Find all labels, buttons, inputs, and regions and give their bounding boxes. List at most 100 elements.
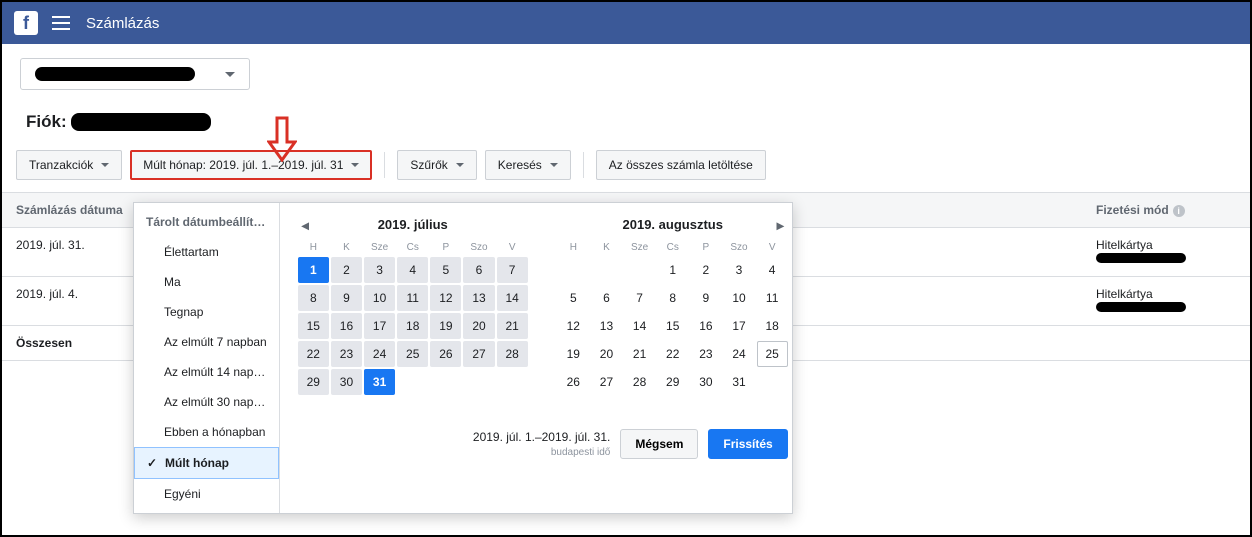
calendar-day[interactable]: 26: [430, 341, 461, 367]
calendar-day[interactable]: 30: [690, 369, 721, 395]
calendar-day[interactable]: 21: [497, 313, 528, 339]
calendar-day[interactable]: 19: [430, 313, 461, 339]
calendar-day[interactable]: 6: [591, 285, 622, 311]
dow-label: P: [430, 242, 461, 253]
calendar-day[interactable]: 17: [723, 313, 754, 339]
calendar-day[interactable]: 1: [298, 257, 329, 283]
calendar-day[interactable]: 8: [657, 285, 688, 311]
ad-account-selector[interactable]: [20, 58, 250, 90]
calendar-day[interactable]: 19: [558, 341, 589, 367]
calendar-day[interactable]: 20: [463, 313, 494, 339]
preset-item[interactable]: Ebben a hónapban: [134, 417, 279, 447]
transactions-dropdown[interactable]: Tranzakciók: [16, 150, 122, 180]
preset-item[interactable]: Tegnap: [134, 297, 279, 327]
calendar-day[interactable]: 27: [463, 341, 494, 367]
calendar-day[interactable]: 24: [364, 341, 395, 367]
calendar-day[interactable]: 10: [364, 285, 395, 311]
preset-item[interactable]: Az elmúlt 14 nap…: [134, 357, 279, 387]
calendar-day[interactable]: 20: [591, 341, 622, 367]
calendar-day[interactable]: 10: [723, 285, 754, 311]
dow-label: K: [591, 242, 622, 253]
calendar-day[interactable]: 1: [657, 257, 688, 283]
separator: [384, 152, 385, 178]
preset-item[interactable]: Az elmúlt 7 napban: [134, 327, 279, 357]
page-title: Számlázás: [86, 15, 159, 32]
calendar-day[interactable]: 30: [331, 369, 362, 395]
calendar-day[interactable]: 7: [624, 285, 655, 311]
calendar-day[interactable]: 21: [624, 341, 655, 367]
calendar-day[interactable]: 4: [397, 257, 428, 283]
preset-item[interactable]: Ma: [134, 267, 279, 297]
preset-item[interactable]: Egyéni: [134, 479, 279, 509]
calendar-day[interactable]: 31: [723, 369, 754, 395]
dow-label: H: [298, 242, 329, 253]
calendar-day[interactable]: 8: [298, 285, 329, 311]
calendar-day[interactable]: 28: [497, 341, 528, 367]
calendar-day[interactable]: 5: [558, 285, 589, 311]
calendar-day[interactable]: 24: [723, 341, 754, 367]
search-dropdown[interactable]: Keresés: [485, 150, 571, 180]
calendar-day[interactable]: 22: [298, 341, 329, 367]
range-label: 2019. júl. 1.–2019. júl. 31.budapesti id…: [473, 430, 610, 458]
filters-dropdown[interactable]: Szűrők: [397, 150, 476, 180]
info-icon[interactable]: i: [1173, 205, 1185, 217]
calendar-day[interactable]: 13: [463, 285, 494, 311]
preset-list: Tárolt dátumbeállít… ÉlettartamMaTegnapA…: [134, 203, 280, 513]
calendar-day[interactable]: 14: [497, 285, 528, 311]
calendar-day[interactable]: 11: [757, 285, 788, 311]
month-title: 2019. július: [378, 217, 448, 232]
calendar-day[interactable]: 22: [657, 341, 688, 367]
preset-item[interactable]: Élettartam: [134, 237, 279, 267]
calendar-day[interactable]: 16: [331, 313, 362, 339]
calendar-day[interactable]: 4: [757, 257, 788, 283]
calendar-day[interactable]: 12: [558, 313, 589, 339]
calendar-day[interactable]: 29: [657, 369, 688, 395]
calendar-day[interactable]: 23: [331, 341, 362, 367]
prev-month-icon[interactable]: ◂: [302, 217, 309, 234]
cancel-button[interactable]: Mégsem: [620, 429, 698, 459]
preset-item[interactable]: Az elmúlt 30 nap…: [134, 387, 279, 417]
calendar-day[interactable]: 15: [657, 313, 688, 339]
calendar-day[interactable]: 2: [690, 257, 721, 283]
calendar-day[interactable]: 2: [331, 257, 362, 283]
annotation-arrow: [267, 116, 297, 165]
calendar-day[interactable]: 27: [591, 369, 622, 395]
dow-label: P: [690, 242, 721, 253]
calendar-day[interactable]: 16: [690, 313, 721, 339]
apply-button[interactable]: Frissítés: [708, 429, 787, 459]
hamburger-icon[interactable]: [52, 16, 70, 30]
dow-label: V: [757, 242, 788, 253]
calendar-day[interactable]: 31: [364, 369, 395, 395]
calendar-day[interactable]: 18: [397, 313, 428, 339]
calendar-day[interactable]: 28: [624, 369, 655, 395]
calendar-day[interactable]: 26: [558, 369, 589, 395]
redacted-card: [1096, 302, 1186, 312]
calendar-day[interactable]: 13: [591, 313, 622, 339]
caret-down-icon: [456, 163, 464, 167]
calendar-day[interactable]: 9: [690, 285, 721, 311]
date-range-dropdown[interactable]: Múlt hónap: 2019. júl. 1.–2019. júl. 31: [130, 150, 372, 180]
facebook-logo[interactable]: f: [14, 11, 38, 35]
calendar-month-2: 2019. augusztus▸ HKSzeCsPSzoV 1234567891…: [558, 217, 788, 395]
calendar-day[interactable]: 5: [430, 257, 461, 283]
calendar-day[interactable]: 3: [364, 257, 395, 283]
download-all-button[interactable]: Az összes számla letöltése: [596, 150, 766, 180]
calendar-day[interactable]: 9: [331, 285, 362, 311]
calendar-day[interactable]: 6: [463, 257, 494, 283]
calendar-day[interactable]: 12: [430, 285, 461, 311]
calendar-day[interactable]: 11: [397, 285, 428, 311]
calendar-day[interactable]: 25: [757, 341, 788, 367]
redacted-card: [1096, 253, 1186, 263]
calendar-day[interactable]: 15: [298, 313, 329, 339]
calendar-day[interactable]: 14: [624, 313, 655, 339]
dow-label: Szo: [723, 242, 754, 253]
calendar-day[interactable]: 29: [298, 369, 329, 395]
calendar-day[interactable]: 17: [364, 313, 395, 339]
preset-item[interactable]: ✓Múlt hónap: [134, 447, 279, 479]
calendar-day[interactable]: 3: [723, 257, 754, 283]
next-month-icon[interactable]: ▸: [777, 217, 784, 234]
calendar-day[interactable]: 25: [397, 341, 428, 367]
calendar-day[interactable]: 23: [690, 341, 721, 367]
calendar-day[interactable]: 18: [757, 313, 788, 339]
calendar-day[interactable]: 7: [497, 257, 528, 283]
